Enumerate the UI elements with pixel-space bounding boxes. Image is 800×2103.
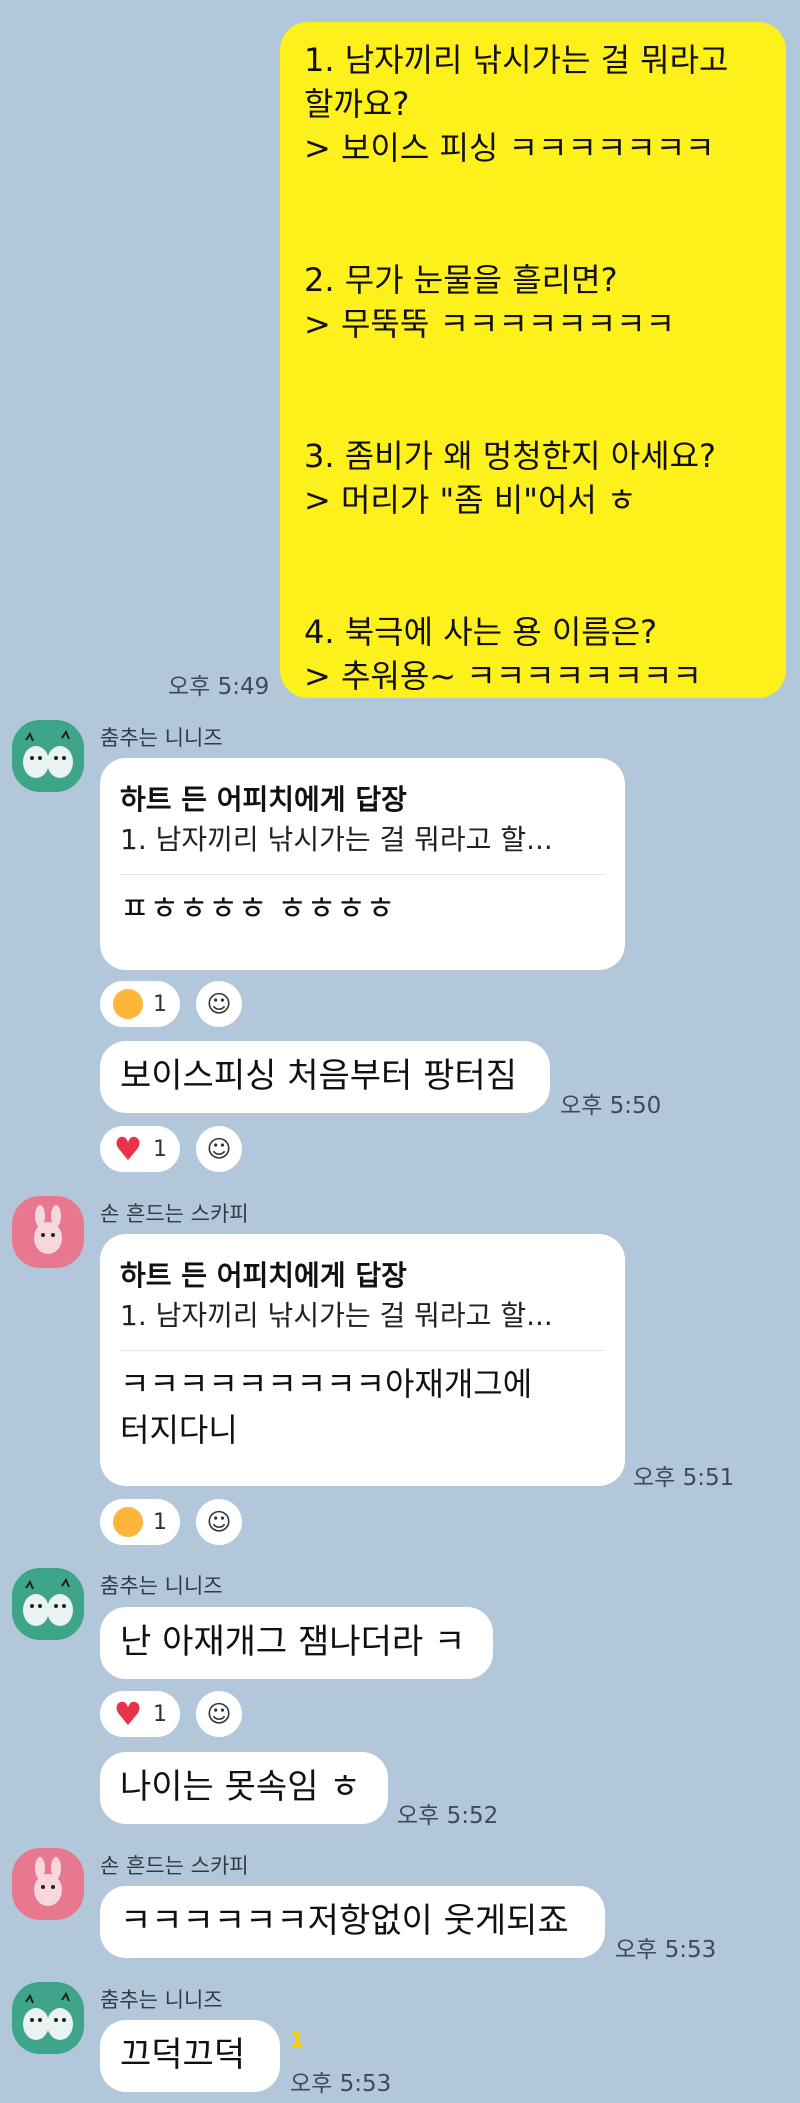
reply-title: 하트 든 어피치에게 답장 <box>120 783 407 816</box>
add-reaction-icon: ☺ <box>206 1508 232 1536</box>
sender-name: 손 흔드는 스카피 <box>100 1202 249 1226</box>
message-line: 2. 무가 눈물을 흘리면? <box>304 261 618 299</box>
reply-divider <box>120 1350 605 1351</box>
add-reaction-button[interactable]: ☺ <box>196 1499 242 1545</box>
reaction-count: 1 <box>153 1701 167 1727</box>
message-line: > 보이스 피싱 ㅋㅋㅋㅋㅋㅋㅋ <box>304 129 715 167</box>
reply-divider <box>120 874 605 875</box>
sender-name: 춤추는 니니즈 <box>100 1574 223 1598</box>
avatar-ninis[interactable] <box>12 1568 84 1640</box>
reaction-count: 1 <box>153 991 167 1017</box>
message-time: 오후 5:50 <box>560 1093 662 1119</box>
add-reaction-button[interactable]: ☺ <box>196 1691 242 1737</box>
heart-emoji-icon: ♥ <box>113 1130 143 1168</box>
add-reaction-icon: ☺ <box>206 1700 232 1728</box>
sender-name: 손 흔드는 스카피 <box>100 1854 249 1878</box>
reaction-chip[interactable]: ♥ 1 <box>100 1126 180 1172</box>
reaction-count: 1 <box>153 1136 167 1162</box>
add-reaction-button[interactable]: ☺ <box>196 1126 242 1172</box>
message-time: 오후 5:49 <box>168 674 270 700</box>
message-text-line: 터지다니 <box>120 1411 238 1449</box>
avatar-ninis[interactable] <box>12 1982 84 2054</box>
reaction-count: 1 <box>153 1509 167 1535</box>
message-bubble[interactable]: ㅋㅋㅋㅋㅋㅋ저항없이 웃게되죠 <box>100 1886 605 1958</box>
avatar-scrappy[interactable] <box>12 1848 84 1920</box>
sender-name: 춤추는 니니즈 <box>100 726 223 750</box>
avatar-ninis[interactable] <box>12 720 84 792</box>
message-text: ㅍㅎㅎㅎㅎ ㅎㅎㅎㅎ <box>120 889 396 927</box>
message-line: 할까요? <box>304 85 410 123</box>
reaction-chip[interactable]: 1 <box>100 1499 180 1545</box>
message-line: 3. 좀비가 왜 멍청한지 아세요? <box>304 437 717 475</box>
heart-emoji-icon: ♥ <box>113 1695 143 1733</box>
reply-message-bubble[interactable]: 하트 든 어피치에게 답장 1. 남자끼리 낚시가는 걸 뭐라고 할... ㅍㅎ… <box>100 758 625 970</box>
message-text: 나이는 못속임 ㅎ <box>120 1767 361 1807</box>
waving-scrappy-icon <box>34 1857 62 1906</box>
message-bubble[interactable]: 나이는 못속임 ㅎ <box>100 1752 388 1824</box>
message-time: 오후 5:52 <box>397 1803 499 1829</box>
message-text-line: ㅋㅋㅋㅋㅋㅋㅋㅋㅋ아재개그에 <box>120 1365 533 1403</box>
reaction-chip[interactable]: 1 <box>100 981 180 1027</box>
dancing-ninis-icon <box>23 1991 73 2040</box>
dancing-ninis-icon <box>23 729 73 778</box>
message-line: > 무뚝뚝 ㅋㅋㅋㅋㅋㅋㅋㅋ <box>304 305 675 343</box>
message-line: 4. 북극에 사는 용 이름은? <box>304 613 658 651</box>
laugh-emoji-icon <box>113 1507 143 1537</box>
message-line: > 추워용~ ㅋㅋㅋㅋㅋㅋㅋㅋ <box>304 657 702 695</box>
message-time: 오후 5:53 <box>615 1937 717 1963</box>
reaction-chip[interactable]: ♥ 1 <box>100 1691 180 1737</box>
reply-message-bubble[interactable]: 하트 든 어피치에게 답장 1. 남자끼리 낚시가는 걸 뭐라고 할... ㅋㅋ… <box>100 1234 625 1486</box>
message-bubble[interactable]: 끄덕끄덕 <box>100 2020 280 2092</box>
message-text: 보이스피싱 처음부터 팡터짐 <box>120 1056 517 1096</box>
message-text: 난 아재개그 잼나더라 ㅋ <box>120 1622 466 1662</box>
message-time: 오후 5:51 <box>633 1465 735 1491</box>
reply-title: 하트 든 어피치에게 답장 <box>120 1259 407 1292</box>
sender-name: 춤추는 니니즈 <box>100 1988 223 2012</box>
laugh-emoji-icon <box>113 989 143 1019</box>
reply-quote: 1. 남자끼리 낚시가는 걸 뭐라고 할... <box>120 823 553 856</box>
waving-scrappy-icon <box>34 1205 62 1254</box>
add-reaction-button[interactable]: ☺ <box>196 981 242 1027</box>
add-reaction-icon: ☺ <box>206 990 232 1018</box>
message-text: 끄덕끄덕 <box>120 2035 246 2075</box>
message-bubble[interactable]: 보이스피싱 처음부터 팡터짐 <box>100 1041 550 1113</box>
add-reaction-icon: ☺ <box>206 1135 232 1163</box>
message-time: 오후 5:53 <box>290 2071 392 2097</box>
avatar-scrappy[interactable] <box>12 1196 84 1268</box>
message-bubble[interactable]: 난 아재개그 잼나더라 ㅋ <box>100 1607 493 1679</box>
message-line: > 머리가 "좀 비"어서 ㅎ <box>304 481 637 519</box>
my-message-bubble[interactable]: 1. 남자끼리 낚시가는 걸 뭐라고 할까요? > 보이스 피싱 ㅋㅋㅋㅋㅋㅋㅋ… <box>280 22 786 698</box>
reply-quote: 1. 남자끼리 낚시가는 걸 뭐라고 할... <box>120 1299 553 1332</box>
dancing-ninis-icon <box>23 1577 73 1626</box>
message-line: 1. 남자끼리 낚시가는 걸 뭐라고 <box>304 41 729 79</box>
unread-count: 1 <box>290 2028 304 2052</box>
message-text: ㅋㅋㅋㅋㅋㅋ저항없이 웃게되죠 <box>120 1901 569 1941</box>
